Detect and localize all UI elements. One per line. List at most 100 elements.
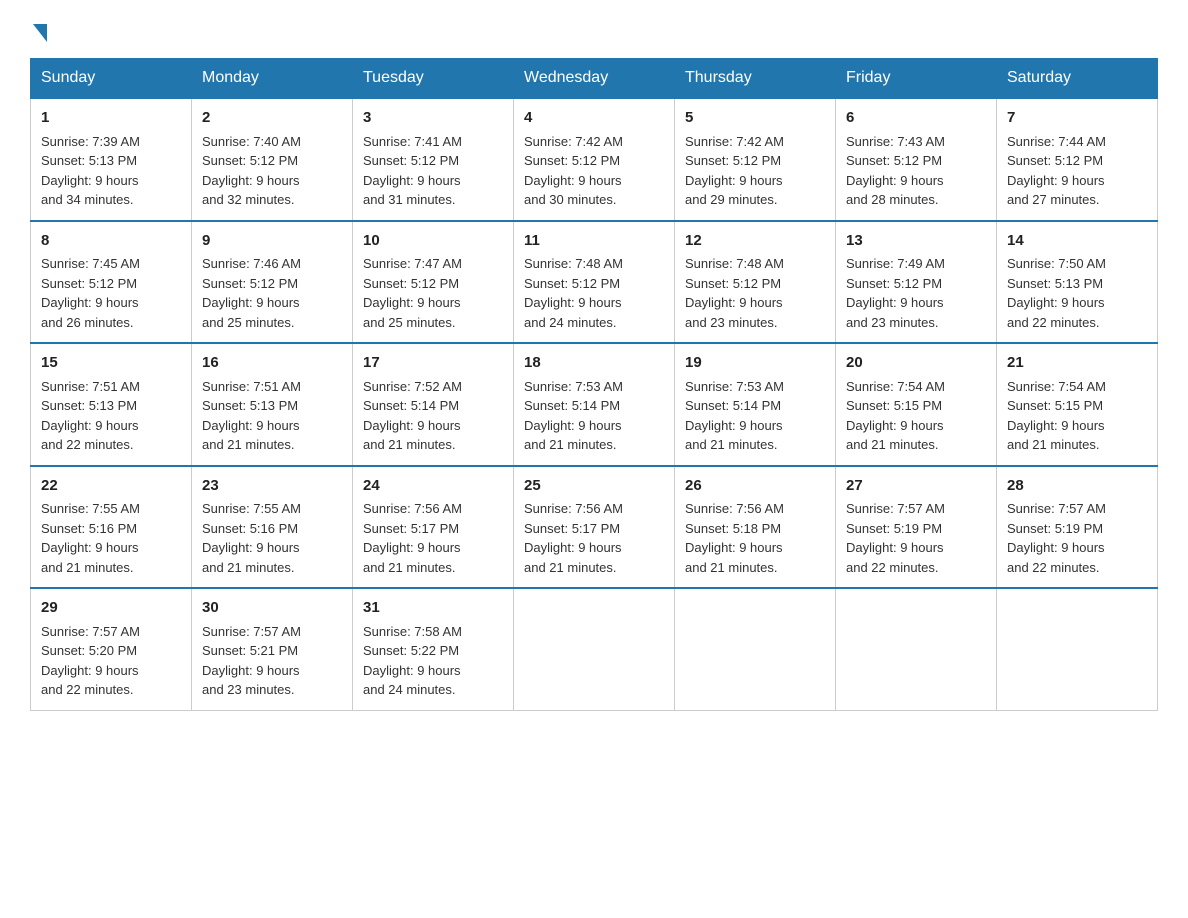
calendar-cell: 14 Sunrise: 7:50 AMSunset: 5:13 PMDayligh…: [997, 221, 1158, 344]
day-number: 16: [202, 352, 342, 375]
day-number: 8: [41, 230, 181, 253]
calendar-cell: 23 Sunrise: 7:55 AMSunset: 5:16 PMDayligh…: [192, 466, 353, 589]
calendar-cell: 21Sunrise: 7:54 AMSunset: 5:15 PMDayligh…: [997, 343, 1158, 466]
calendar-cell: 12 Sunrise: 7:48 AMSunset: 5:12 PMDayligh…: [675, 221, 836, 344]
day-info: Sunrise: 7:56 AMSunset: 5:17 PMDaylight:…: [524, 501, 623, 575]
day-info: Sunrise: 7:53 AMSunset: 5:14 PMDaylight:…: [524, 379, 623, 453]
calendar-cell: 10 Sunrise: 7:47 AMSunset: 5:12 PMDayligh…: [353, 221, 514, 344]
day-info: Sunrise: 7:56 AMSunset: 5:18 PMDaylight:…: [685, 501, 784, 575]
calendar-cell: 2 Sunrise: 7:40 AMSunset: 5:12 PMDaylight…: [192, 98, 353, 221]
calendar-cell: 13 Sunrise: 7:49 AMSunset: 5:12 PMDayligh…: [836, 221, 997, 344]
day-number: 1: [41, 107, 181, 130]
calendar-cell: 27 Sunrise: 7:57 AMSunset: 5:19 PMDayligh…: [836, 466, 997, 589]
calendar-cell: 31 Sunrise: 7:58 AMSunset: 5:22 PMDayligh…: [353, 588, 514, 710]
day-info: Sunrise: 7:55 AMSunset: 5:16 PMDaylight:…: [202, 501, 301, 575]
day-number: 26: [685, 475, 825, 498]
day-info: Sunrise: 7:54 AMSunset: 5:15 PMDaylight:…: [846, 379, 945, 453]
day-number: 2: [202, 107, 342, 130]
day-info: Sunrise: 7:57 AMSunset: 5:19 PMDaylight:…: [1007, 501, 1106, 575]
day-number: 29: [41, 597, 181, 620]
col-header-monday: Monday: [192, 59, 353, 99]
day-number: 4: [524, 107, 664, 130]
day-number: 15: [41, 352, 181, 375]
day-number: 28: [1007, 475, 1147, 498]
calendar-cell: 17Sunrise: 7:52 AMSunset: 5:14 PMDayligh…: [353, 343, 514, 466]
day-number: 14: [1007, 230, 1147, 253]
day-info: Sunrise: 7:57 AMSunset: 5:19 PMDaylight:…: [846, 501, 945, 575]
calendar-cell: 25 Sunrise: 7:56 AMSunset: 5:17 PMDayligh…: [514, 466, 675, 589]
day-number: 3: [363, 107, 503, 130]
calendar-header-row: SundayMondayTuesdayWednesdayThursdayFrid…: [31, 59, 1158, 99]
calendar-cell: [514, 588, 675, 710]
calendar-cell: 5 Sunrise: 7:42 AMSunset: 5:12 PMDaylight…: [675, 98, 836, 221]
calendar-cell: 18 Sunrise: 7:53 AMSunset: 5:14 PMDayligh…: [514, 343, 675, 466]
day-number: 13: [846, 230, 986, 253]
day-info: Sunrise: 7:42 AMSunset: 5:12 PMDaylight:…: [685, 134, 784, 208]
calendar-cell: 26 Sunrise: 7:56 AMSunset: 5:18 PMDayligh…: [675, 466, 836, 589]
day-info: Sunrise: 7:51 AMSunset: 5:13 PMDaylight:…: [202, 379, 301, 453]
day-info: Sunrise: 7:42 AMSunset: 5:12 PMDaylight:…: [524, 134, 623, 208]
day-info: Sunrise: 7:57 AMSunset: 5:20 PMDaylight:…: [41, 624, 140, 698]
day-info: Sunrise: 7:45 AMSunset: 5:12 PMDaylight:…: [41, 256, 140, 330]
calendar-cell: 1 Sunrise: 7:39 AMSunset: 5:13 PMDaylight…: [31, 98, 192, 221]
calendar-week-row: 15 Sunrise: 7:51 AMSunset: 5:13 PMDayligh…: [31, 343, 1158, 466]
calendar-cell: 3 Sunrise: 7:41 AMSunset: 5:12 PMDaylight…: [353, 98, 514, 221]
calendar-cell: 22 Sunrise: 7:55 AMSunset: 5:16 PMDayligh…: [31, 466, 192, 589]
day-number: 12: [685, 230, 825, 253]
day-info: Sunrise: 7:50 AMSunset: 5:13 PMDaylight:…: [1007, 256, 1106, 330]
day-number: 22: [41, 475, 181, 498]
day-info: Sunrise: 7:55 AMSunset: 5:16 PMDaylight:…: [41, 501, 140, 575]
calendar-cell: 7 Sunrise: 7:44 AMSunset: 5:12 PMDaylight…: [997, 98, 1158, 221]
day-number: 10: [363, 230, 503, 253]
day-number: 18: [524, 352, 664, 375]
day-number: 6: [846, 107, 986, 130]
calendar-cell: 24 Sunrise: 7:56 AMSunset: 5:17 PMDayligh…: [353, 466, 514, 589]
day-number: 20: [846, 352, 986, 375]
calendar-week-row: 29 Sunrise: 7:57 AMSunset: 5:20 PMDayligh…: [31, 588, 1158, 710]
day-number: 27: [846, 475, 986, 498]
day-number: 23: [202, 475, 342, 498]
day-info: Sunrise: 7:40 AMSunset: 5:12 PMDaylight:…: [202, 134, 301, 208]
day-number: 24: [363, 475, 503, 498]
day-info: Sunrise: 7:58 AMSunset: 5:22 PMDaylight:…: [363, 624, 462, 698]
day-number: 31: [363, 597, 503, 620]
col-header-wednesday: Wednesday: [514, 59, 675, 99]
calendar-cell: 20 Sunrise: 7:54 AMSunset: 5:15 PMDayligh…: [836, 343, 997, 466]
day-info: Sunrise: 7:44 AMSunset: 5:12 PMDaylight:…: [1007, 134, 1106, 208]
day-info: Sunrise: 7:56 AMSunset: 5:17 PMDaylight:…: [363, 501, 462, 575]
day-info: Sunrise: 7:47 AMSunset: 5:12 PMDaylight:…: [363, 256, 462, 330]
day-info: Sunrise: 7:46 AMSunset: 5:12 PMDaylight:…: [202, 256, 301, 330]
col-header-friday: Friday: [836, 59, 997, 99]
day-number: 21: [1007, 352, 1147, 375]
day-number: 17: [363, 352, 503, 375]
day-info: Sunrise: 7:39 AMSunset: 5:13 PMDaylight:…: [41, 134, 140, 208]
day-info: Sunrise: 7:48 AMSunset: 5:12 PMDaylight:…: [524, 256, 623, 330]
calendar-cell: 9Sunrise: 7:46 AMSunset: 5:12 PMDaylight…: [192, 221, 353, 344]
calendar-table: SundayMondayTuesdayWednesdayThursdayFrid…: [30, 58, 1158, 711]
calendar-week-row: 8 Sunrise: 7:45 AMSunset: 5:12 PMDaylight…: [31, 221, 1158, 344]
col-header-tuesday: Tuesday: [353, 59, 514, 99]
day-info: Sunrise: 7:43 AMSunset: 5:12 PMDaylight:…: [846, 134, 945, 208]
calendar-cell: 16 Sunrise: 7:51 AMSunset: 5:13 PMDayligh…: [192, 343, 353, 466]
calendar-cell: 11 Sunrise: 7:48 AMSunset: 5:12 PMDayligh…: [514, 221, 675, 344]
col-header-saturday: Saturday: [997, 59, 1158, 99]
day-number: 5: [685, 107, 825, 130]
calendar-cell: 8 Sunrise: 7:45 AMSunset: 5:12 PMDaylight…: [31, 221, 192, 344]
logo-arrow-icon: [33, 24, 47, 42]
day-info: Sunrise: 7:41 AMSunset: 5:12 PMDaylight:…: [363, 134, 462, 208]
calendar-cell: 28 Sunrise: 7:57 AMSunset: 5:19 PMDayligh…: [997, 466, 1158, 589]
day-info: Sunrise: 7:49 AMSunset: 5:12 PMDaylight:…: [846, 256, 945, 330]
day-number: 7: [1007, 107, 1147, 130]
logo: [30, 20, 47, 40]
day-info: Sunrise: 7:57 AMSunset: 5:21 PMDaylight:…: [202, 624, 301, 698]
calendar-cell: 30 Sunrise: 7:57 AMSunset: 5:21 PMDayligh…: [192, 588, 353, 710]
calendar-cell: [675, 588, 836, 710]
day-number: 30: [202, 597, 342, 620]
day-number: 11: [524, 230, 664, 253]
day-number: 25: [524, 475, 664, 498]
day-info: Sunrise: 7:48 AMSunset: 5:12 PMDaylight:…: [685, 256, 784, 330]
calendar-cell: [997, 588, 1158, 710]
calendar-cell: 15Sunrise: 7:51 AMSunset: 5:13 PMDayligh…: [31, 343, 192, 466]
calendar-cell: 29 Sunrise: 7:57 AMSunset: 5:20 PMDayligh…: [31, 588, 192, 710]
col-header-sunday: Sunday: [31, 59, 192, 99]
